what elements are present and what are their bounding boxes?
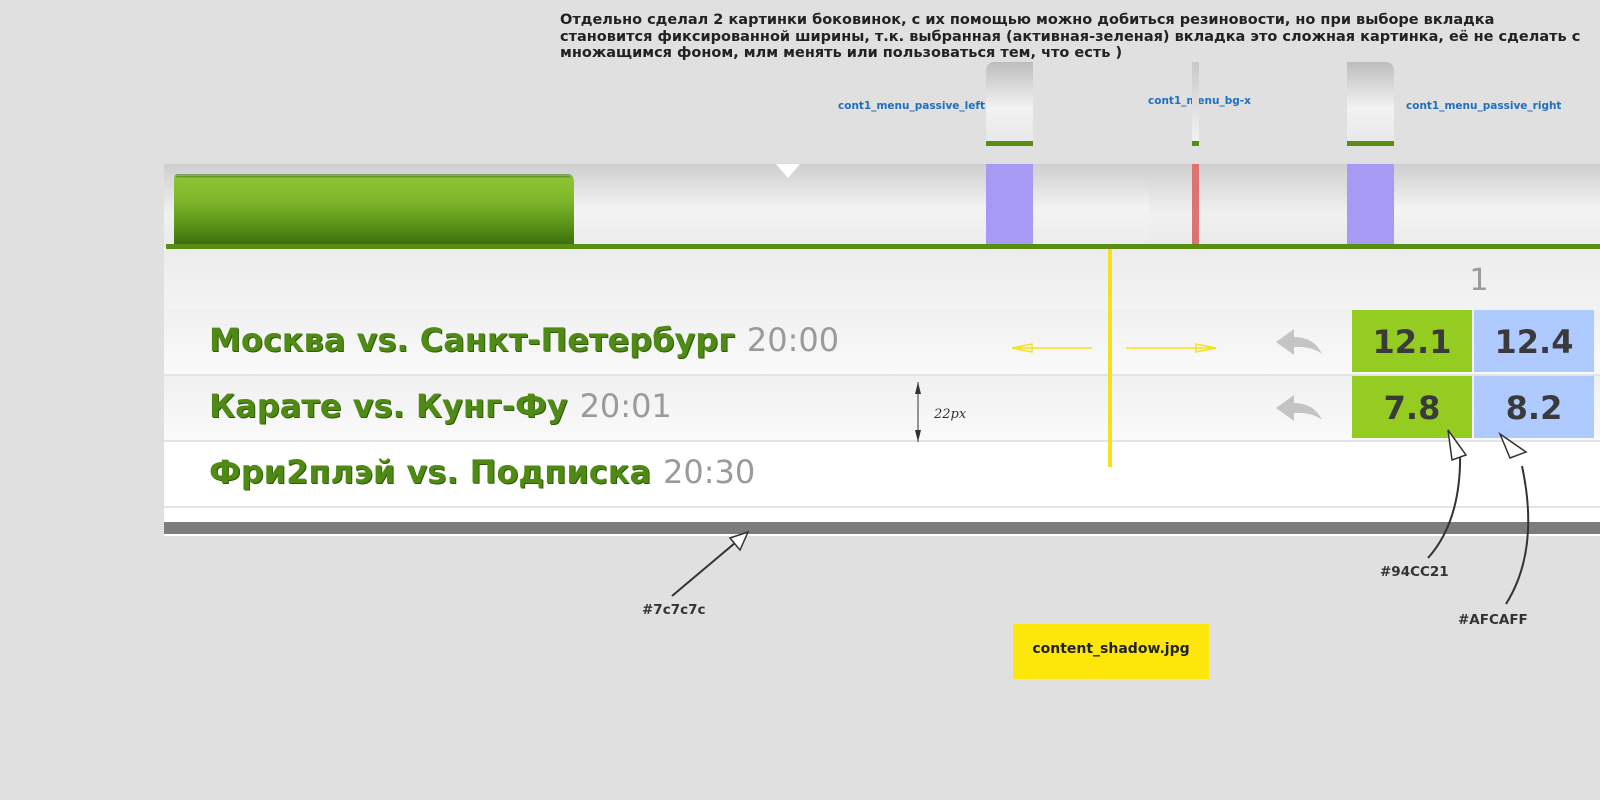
content-shadow-file: content_shadow.jpg: [1013, 624, 1209, 679]
green-color-label: #94CC21: [1380, 564, 1449, 580]
blue-color-label: #AFCAFF: [1458, 612, 1528, 628]
shadow-color-label: #7c7c7c: [642, 602, 706, 618]
annotation-arrows: [671, 343, 1530, 605]
